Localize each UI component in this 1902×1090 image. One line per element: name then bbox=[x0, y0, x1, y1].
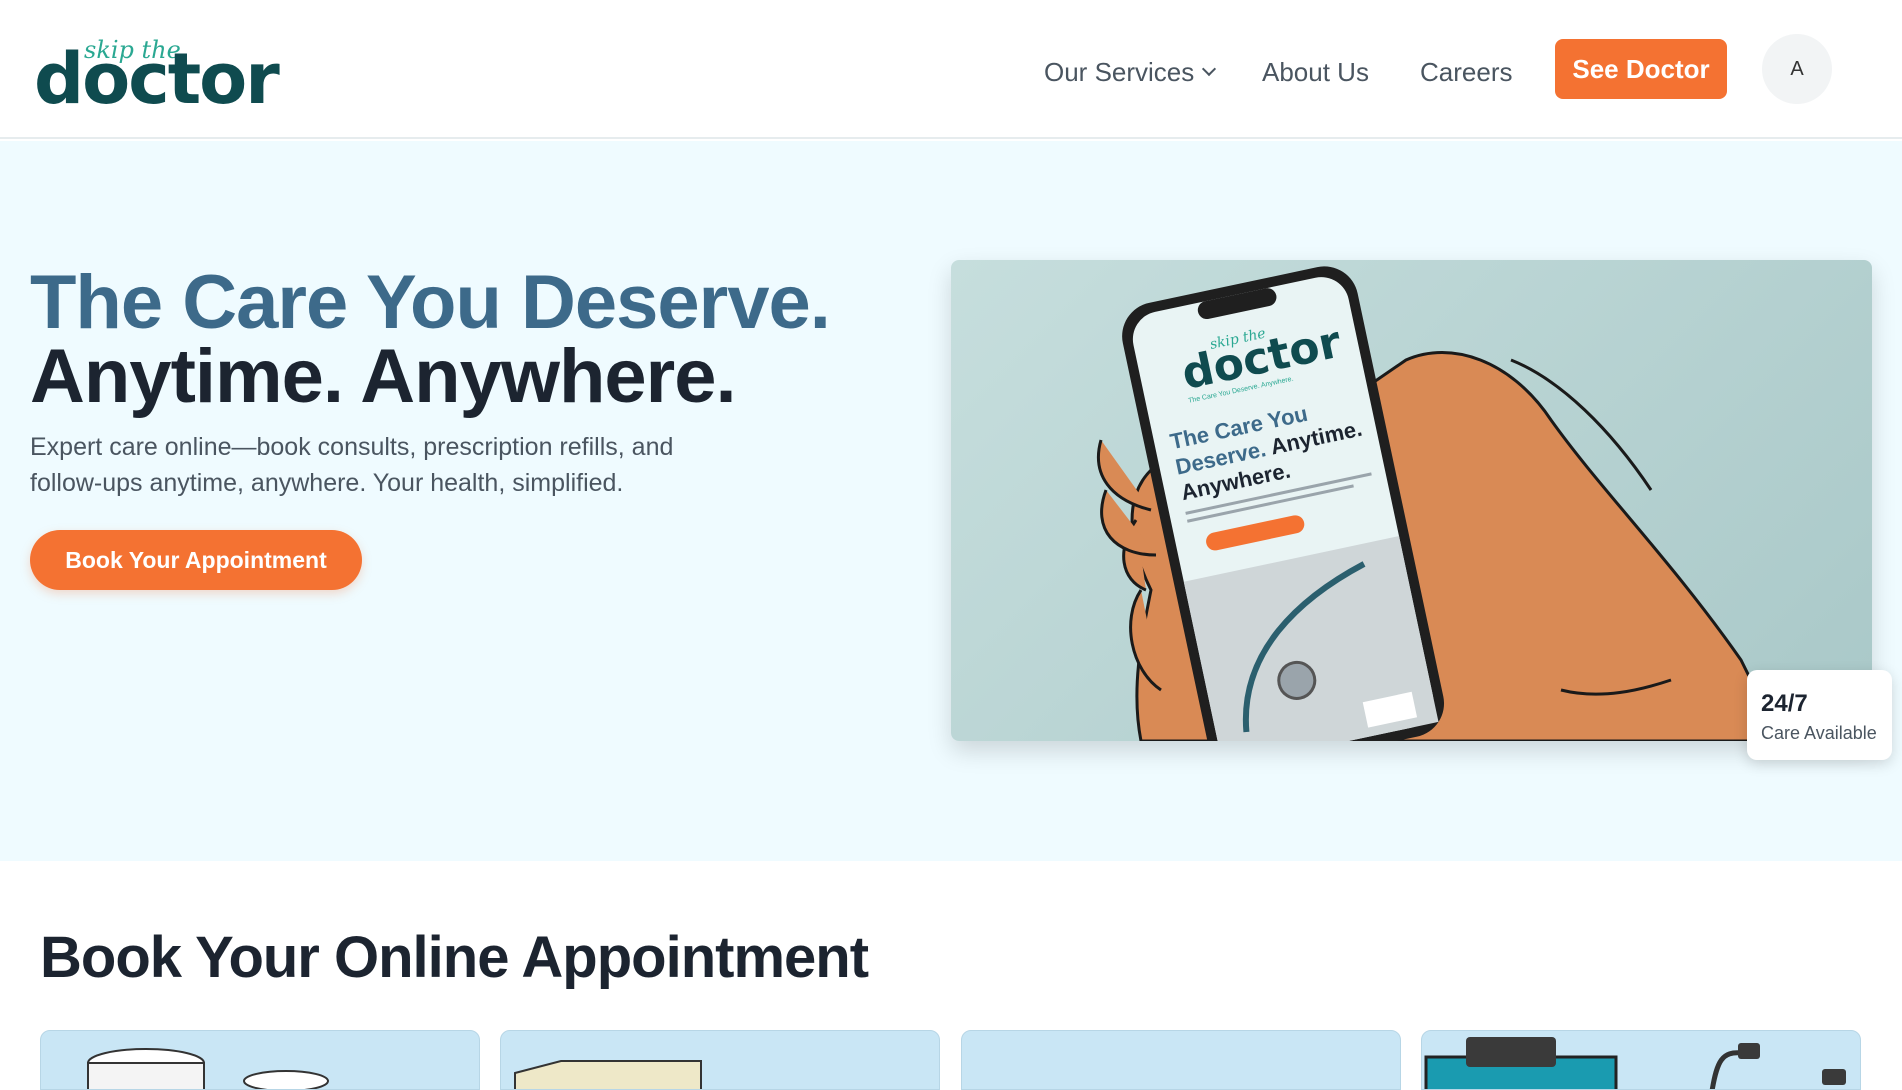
hero-subtitle: Expert care online—book consults, prescr… bbox=[30, 433, 674, 497]
nav-about-us-label: About Us bbox=[1262, 56, 1369, 87]
care-available-badge: 24/7 Care Available bbox=[1747, 670, 1892, 760]
section-title: Book Your Online Appointment bbox=[40, 925, 869, 990]
hero-section: The Care You Deserve. Anytime. Anywhere.… bbox=[0, 141, 1902, 861]
logo-wordmark: doctor bbox=[34, 38, 280, 120]
service-card-3[interactable] bbox=[961, 1030, 1401, 1090]
book-appointment-button[interactable]: Book Your Appointment bbox=[30, 530, 362, 590]
service-card-2[interactable] bbox=[500, 1030, 940, 1090]
nav-our-services[interactable]: Our Services bbox=[1044, 52, 1217, 92]
see-doctor-button[interactable]: See Doctor bbox=[1555, 39, 1727, 99]
site-logo[interactable]: skip the doctor bbox=[34, 30, 280, 114]
avatar[interactable]: A bbox=[1762, 34, 1832, 104]
hero-title-line2: Anytime. Anywhere. bbox=[30, 334, 737, 419]
pill-bottles-illustration bbox=[87, 1048, 329, 1089]
nav-our-services-label: Our Services bbox=[1044, 56, 1195, 87]
phone-in-hand-illustration: skip the doctor The Care You Deserve. An… bbox=[1096, 266, 1783, 741]
nav-careers-label: Careers bbox=[1420, 56, 1513, 87]
badge-number: 24/7 bbox=[1761, 690, 1808, 717]
chevron-down-icon bbox=[1202, 61, 1217, 77]
nav-careers[interactable]: Careers bbox=[1420, 52, 1512, 92]
box-illustration bbox=[514, 1060, 702, 1089]
badge-label: Care Available bbox=[1761, 723, 1877, 743]
service-card-4[interactable] bbox=[1421, 1030, 1861, 1090]
site-header: skip the doctor Our Services About Us Ca… bbox=[0, 0, 1902, 139]
nav-about-us[interactable]: About Us bbox=[1262, 52, 1369, 92]
clipboard-stethoscope-illustration bbox=[1424, 1037, 1846, 1089]
hero-phone-illustration: skip the doctor The Care You Deserve. An… bbox=[951, 260, 1872, 741]
service-card-1[interactable] bbox=[40, 1030, 480, 1090]
